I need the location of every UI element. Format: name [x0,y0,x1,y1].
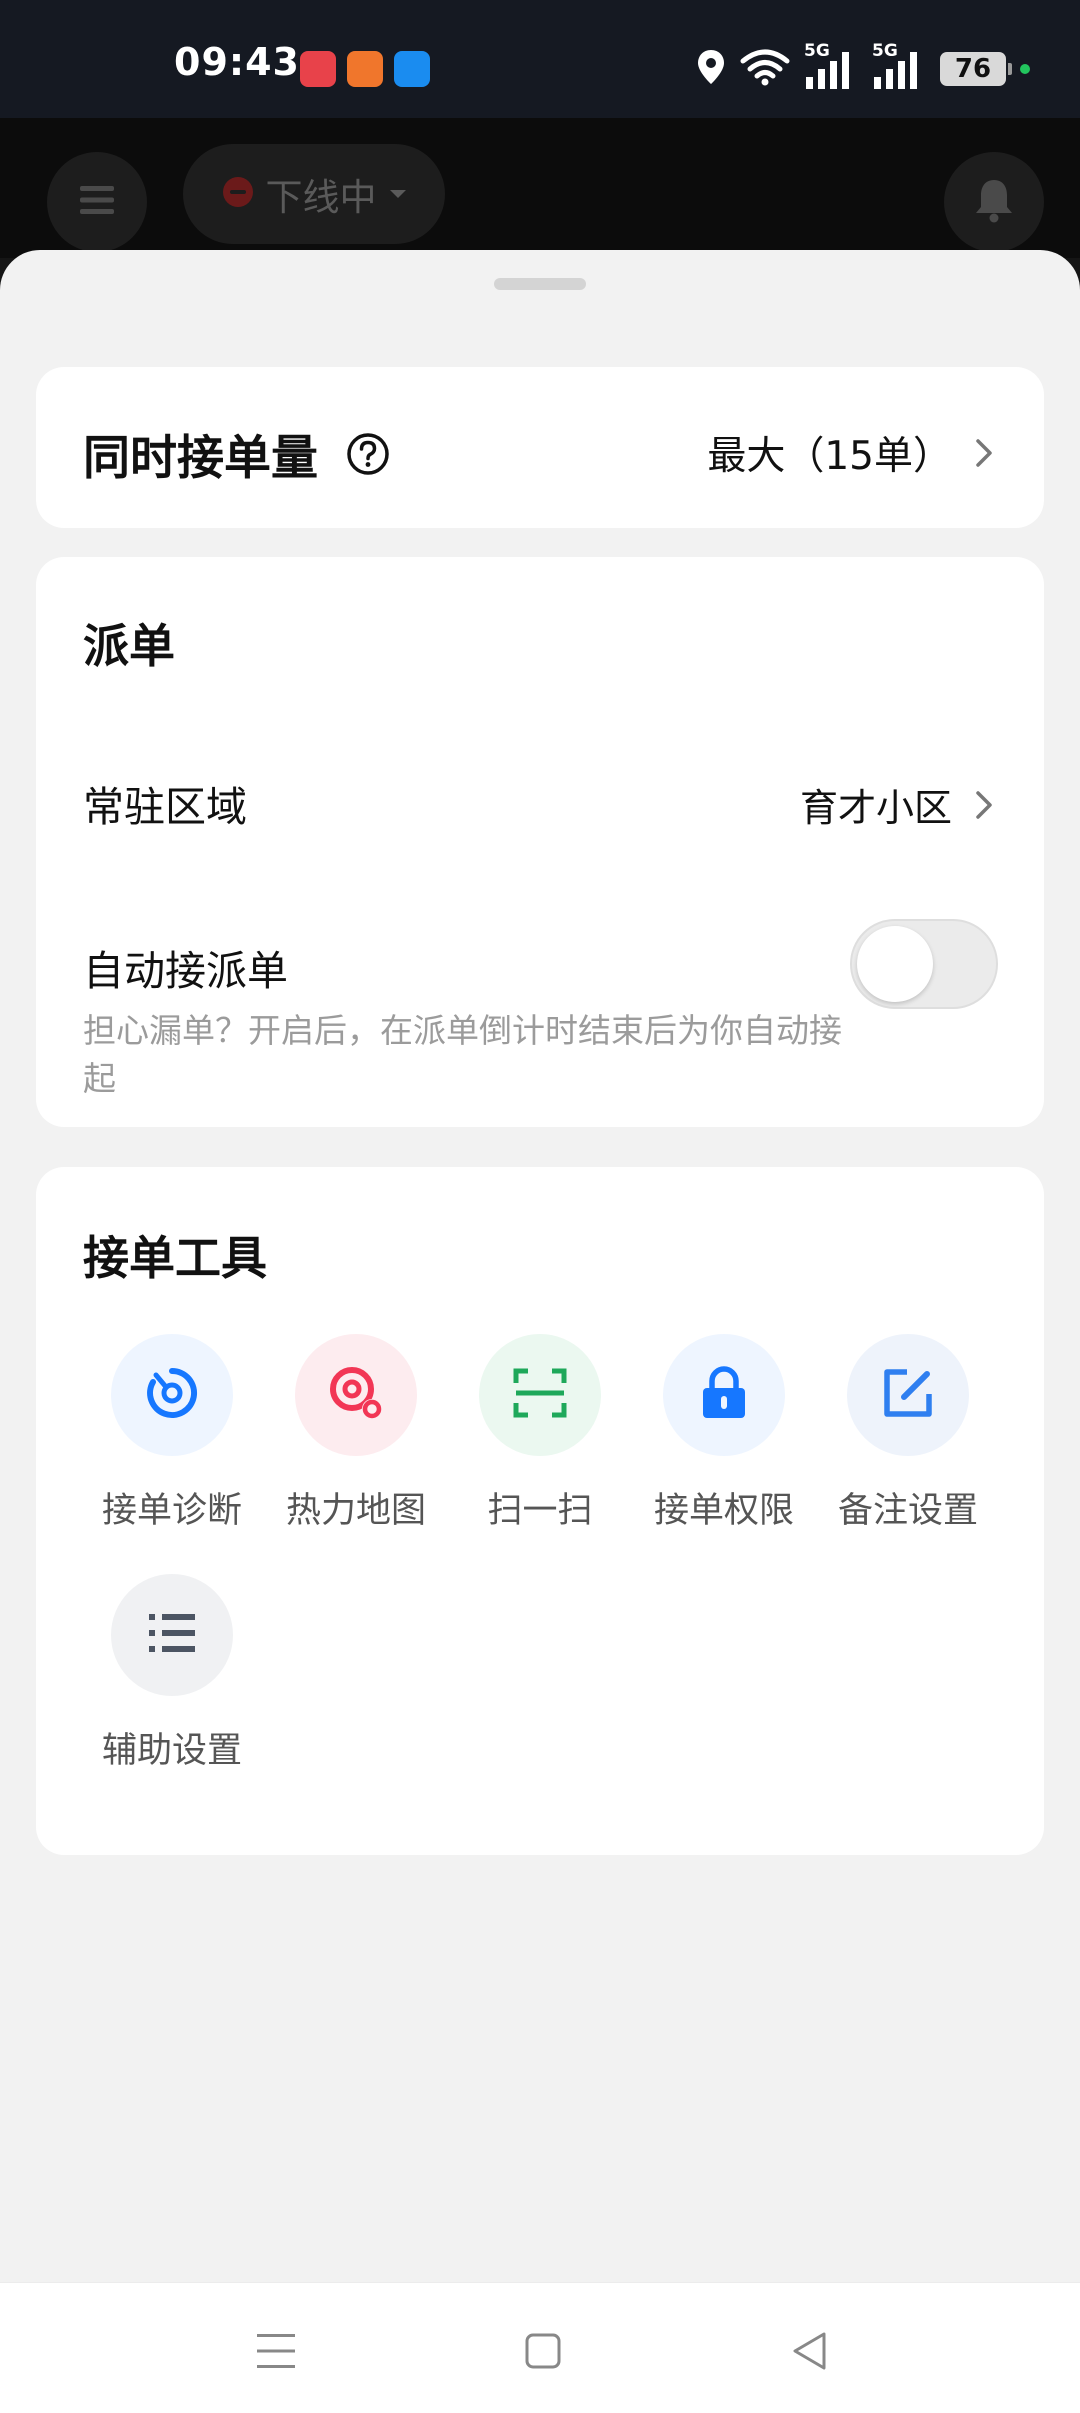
recents-icon [256,2332,296,2374]
heatmap-icon [327,1364,385,1426]
wifi-icon [740,48,790,90]
auto-accept-description: 担心漏单？开启后，在派单倒计时结束后为你自动接起 [83,1011,842,1098]
tool-circle [111,1574,233,1696]
help-icon[interactable] [346,432,390,476]
signal-icon: 5G [804,41,858,89]
tool-note-settings[interactable]: 备注设置 [816,1334,1000,1533]
tool-order-permission[interactable]: 接单权限 [632,1334,816,1533]
tool-label: 热力地图 [285,1491,426,1531]
scan-icon [513,1368,567,1422]
edit-note-icon [882,1367,934,1423]
tool-label: 辅助设置 [101,1731,242,1771]
sheet-drag-handle[interactable] [494,278,586,290]
tool-label: 接单诊断 [101,1491,242,1531]
resident-area-selector[interactable]: 育才小区 [800,777,994,832]
menu-icon [80,185,114,219]
signal-icon-2: 5G [872,41,926,89]
location-icon [696,48,726,90]
online-status-dropdown[interactable]: 下线中 [183,144,445,244]
notification-button[interactable] [944,152,1044,252]
tool-circle [295,1334,417,1456]
lock-icon [699,1365,749,1425]
tool-label: 备注设置 [837,1491,978,1531]
app-orange-icon [347,51,383,87]
back-icon [790,2331,830,2375]
caret-down-icon [389,185,407,204]
dispatch-card: 派单 常驻区域 育才小区 自动接派单 担心漏单？开启后，在派单倒计时结束后为你自… [36,557,1044,1127]
bell-icon [974,177,1014,227]
app-blue-icon [394,51,430,87]
back-button[interactable] [780,2323,840,2383]
tool-scan[interactable]: 扫一扫 [448,1334,632,1533]
tool-circle [663,1334,785,1456]
tool-heat-map[interactable]: 热力地图 [264,1334,448,1533]
network-type: 5G [804,41,830,61]
toggle-knob [857,926,933,1002]
charging-dot-icon [1020,64,1030,74]
order-tools-title: 接单工具 [83,1231,267,1285]
status-bar: 09:43 5G 5G 76 [0,0,1080,118]
minus-circle-icon [222,176,254,212]
system-nav-bar [0,2282,1080,2413]
tool-label: 接单权限 [653,1491,794,1531]
chevron-right-icon [974,437,994,469]
order-tools-card: 接单工具 接单诊断 热力地图 扫一扫 接单权限 备注设置 辅助设置 [36,1167,1044,1855]
menu-button[interactable] [47,152,147,252]
app-header: 下线中 [0,118,1080,258]
diagnosis-icon [144,1365,200,1425]
tool-order-diagnosis[interactable]: 接单诊断 [80,1334,264,1533]
home-button[interactable] [513,2323,573,2383]
recents-button[interactable] [246,2323,306,2383]
tool-circle [111,1334,233,1456]
concurrent-orders-title: 同时接单量 [83,419,390,488]
auto-accept-label: 自动接派单 [83,947,288,995]
status-icons: 5G 5G 76 [696,41,1030,94]
concurrent-orders-value-text: 最大（15单） [707,434,952,479]
order-settings-sheet: 同时接单量 最大（15单） 派单 常驻区域 育才小区 自动接派单 担心漏单？开启… [0,250,1080,2282]
app-red-icon [300,51,336,87]
tool-circle [847,1334,969,1456]
list-icon [147,1612,197,1658]
tool-assist-settings[interactable]: 辅助设置 [80,1574,264,1773]
battery-icon: 76 [940,52,1012,86]
status-label: 下线中 [265,176,377,219]
tool-circle [479,1334,601,1456]
resident-area-label: 常驻区域 [83,783,247,831]
tool-label: 扫一扫 [487,1491,593,1531]
dispatch-title: 派单 [83,619,175,673]
home-icon [524,2332,562,2374]
network-type-2: 5G [872,41,898,61]
concurrent-orders-card[interactable]: 同时接单量 最大（15单） [36,367,1044,528]
auto-accept-toggle[interactable] [850,919,998,1009]
chevron-right-icon [974,789,994,821]
concurrent-orders-label: 同时接单量 [83,431,318,486]
status-time: 09:43 [174,40,300,84]
resident-area-value: 育才小区 [799,786,952,830]
concurrent-orders-value[interactable]: 最大（15单） [707,425,994,481]
